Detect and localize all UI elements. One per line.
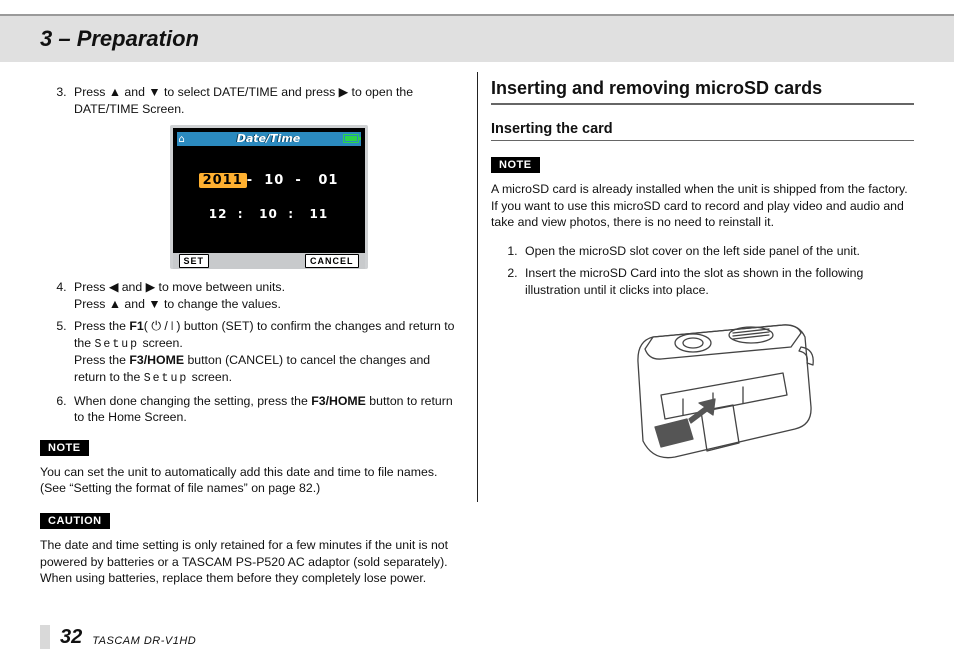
- caution-text: The date and time setting is only retain…: [40, 537, 463, 587]
- step-5b-bold: F3/HOME: [129, 353, 184, 367]
- section-title: Inserting and removing microSD cards: [491, 72, 914, 105]
- right-column: Inserting and removing microSD cards Ins…: [491, 72, 914, 611]
- lcd-date-row: 2011- 10 - 01: [173, 172, 365, 190]
- chapter-title: 3 – Preparation: [40, 26, 199, 52]
- lcd-title: Date/Time: [237, 132, 301, 147]
- lcd-time-row: 12 : 10 : 11: [173, 206, 365, 222]
- left-column: Press ▲ and ▼ to select DATE/TIME and pr…: [40, 72, 463, 611]
- home-icon: ⌂: [179, 133, 185, 147]
- manual-page: 3 – Preparation Press ▲ and ▼ to select …: [0, 0, 954, 671]
- lcd-day: 01: [318, 173, 338, 188]
- footer-tab: [40, 625, 50, 649]
- lcd-cancel-button: CANCEL: [305, 254, 359, 268]
- step-4: Press ◀ and ▶ to move between units. Pre…: [70, 279, 463, 312]
- step-5b-tail: screen.: [188, 370, 232, 384]
- lcd-month: 10: [264, 173, 284, 188]
- page-footer: 32 TASCAM DR-V1HD: [40, 625, 196, 649]
- step-6-pre: When done changing the setting, press th…: [74, 394, 311, 408]
- model-name: TASCAM DR-V1HD: [92, 635, 196, 649]
- step-5b-pre: Press the: [74, 353, 129, 367]
- chapter-header: 3 – Preparation: [0, 14, 954, 62]
- lcd-year: 2011: [199, 173, 247, 188]
- note-text-left: You can set the unit to automatically ad…: [40, 464, 463, 497]
- lcd-set-button: SET: [179, 254, 210, 268]
- lcd-screen: ⌂ Date/Time 2011- 10 - 01 12 :: [173, 128, 365, 253]
- step-4b: Press ▲ and ▼ to change the values.: [74, 296, 463, 313]
- instruction-list-right: Open the microSD slot cover on the left …: [521, 243, 914, 299]
- setup-text-1: Setup: [95, 338, 140, 351]
- step-5a-pre: Press the: [74, 319, 129, 333]
- right-step-1: Open the microSD slot cover on the left …: [521, 243, 914, 260]
- setup-text-2: Setup: [144, 372, 189, 385]
- step-3: Press ▲ and ▼ to select DATE/TIME and pr…: [70, 84, 463, 269]
- note-label-right: NOTE: [491, 157, 540, 173]
- step-5: Press the F1( ⏻ / ❘ ) button (SET) to co…: [70, 318, 463, 386]
- lcd-bezel: ⌂ Date/Time 2011- 10 - 01 12 :: [170, 125, 368, 269]
- lcd-titlebar: ⌂ Date/Time: [177, 132, 361, 146]
- right-step-2: Insert the microSD Card into the slot as…: [521, 265, 914, 298]
- caution-label: CAUTION: [40, 513, 110, 529]
- note-text-right: A microSD card is already installed when…: [491, 181, 914, 231]
- lcd-softkeys: SET CANCEL: [173, 253, 365, 269]
- lcd-figure: ⌂ Date/Time 2011- 10 - 01 12 :: [74, 125, 463, 269]
- step-6-bold: F3/HOME: [311, 394, 366, 408]
- battery-icon: [343, 134, 359, 143]
- device-illustration: [583, 307, 823, 477]
- step-6: When done changing the setting, press th…: [70, 393, 463, 426]
- subsection-title: Inserting the card: [491, 119, 914, 141]
- note-label-left: NOTE: [40, 440, 89, 456]
- lcd-minute: 10: [259, 207, 278, 221]
- instruction-list-left: Press ▲ and ▼ to select DATE/TIME and pr…: [70, 84, 463, 426]
- page-number: 32: [60, 626, 82, 649]
- step-5a-tail: screen.: [139, 336, 183, 350]
- lcd-second: 11: [310, 207, 329, 221]
- lcd-hour: 12: [209, 207, 228, 221]
- step-4a: Press ◀ and ▶ to move between units.: [74, 279, 463, 296]
- step-3-text: Press ▲ and ▼ to select DATE/TIME and pr…: [74, 85, 413, 116]
- step-5a-bold: F1: [129, 319, 143, 333]
- content-columns: Press ▲ and ▼ to select DATE/TIME and pr…: [40, 72, 914, 611]
